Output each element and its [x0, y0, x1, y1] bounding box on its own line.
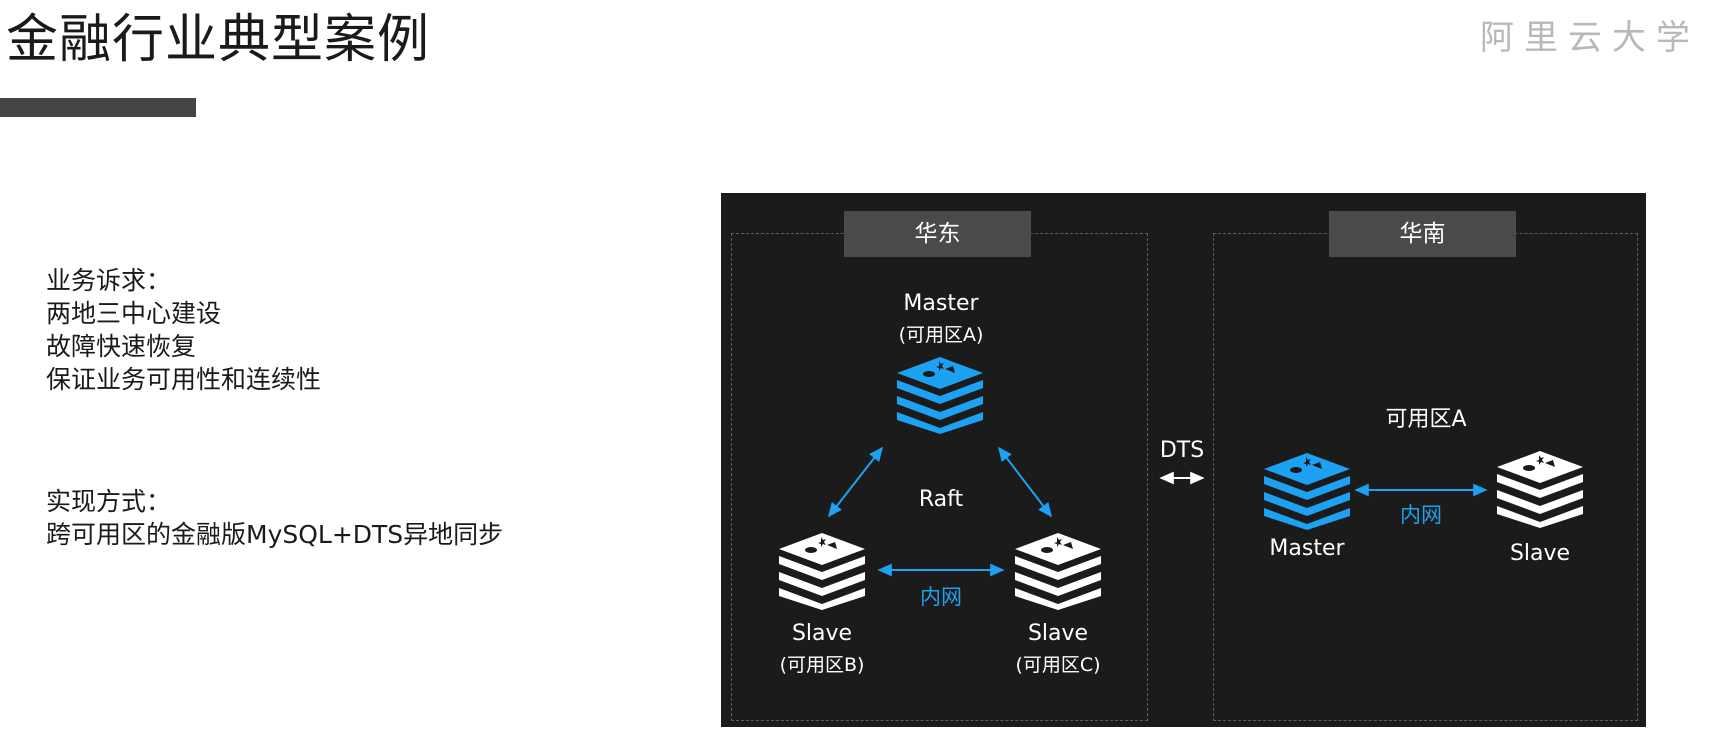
east-slave-c-label: Slave: [1027, 621, 1089, 646]
requirement-item: 保证业务可用性和连续性: [46, 365, 322, 394]
south-slave-database-icon: [1497, 451, 1583, 528]
east-slave-c-zone: (可用区C): [1015, 654, 1101, 676]
raft-label: Raft: [918, 487, 964, 512]
south-intranet-label: 内网: [1400, 503, 1442, 527]
south-master-label: Master: [1269, 536, 1345, 561]
south-master-database-icon: [1264, 453, 1350, 530]
east-master-zone: (可用区A): [898, 324, 984, 346]
south-zone-label: 可用区A: [1385, 407, 1467, 432]
east-slave-c-database-icon: [1015, 533, 1101, 610]
requirements-block: 业务诉求： 两地三中心建设 故障快速恢复 保证业务可用性和连续性: [46, 264, 321, 396]
east-slave-b-zone: (可用区B): [779, 654, 865, 676]
dts-label: DTS: [1159, 438, 1205, 463]
arrow-master-slave-c: [998, 446, 1052, 518]
brand-logo-text: 阿里云大学: [1480, 18, 1700, 58]
east-slave-b-label: Slave: [791, 621, 853, 646]
implementation-block: 实现方式： 跨可用区的金融版MySQL+DTS异地同步: [46, 485, 503, 551]
requirement-item: 两地三中心建设: [46, 299, 222, 328]
page-title: 金融行业典型案例: [6, 10, 431, 70]
arrow-master-slave-b: [828, 446, 883, 518]
implementation-heading: 实现方式：: [46, 487, 172, 516]
east-intranet-label: 内网: [920, 585, 962, 609]
title-underline-bar: [0, 98, 196, 117]
east-master-label: Master: [903, 291, 979, 316]
architecture-diagram: 华东 华南 Master (可用区A) Raft Slave (可用区B) Sl…: [721, 193, 1646, 727]
requirements-heading: 业务诉求：: [46, 266, 172, 295]
east-slave-b-database-icon: [779, 533, 865, 610]
south-slave-label: Slave: [1509, 541, 1571, 566]
east-master-database-icon: [897, 357, 983, 434]
requirement-item: 故障快速恢复: [46, 332, 197, 361]
implementation-item: 跨可用区的金融版MySQL+DTS异地同步: [46, 520, 504, 549]
